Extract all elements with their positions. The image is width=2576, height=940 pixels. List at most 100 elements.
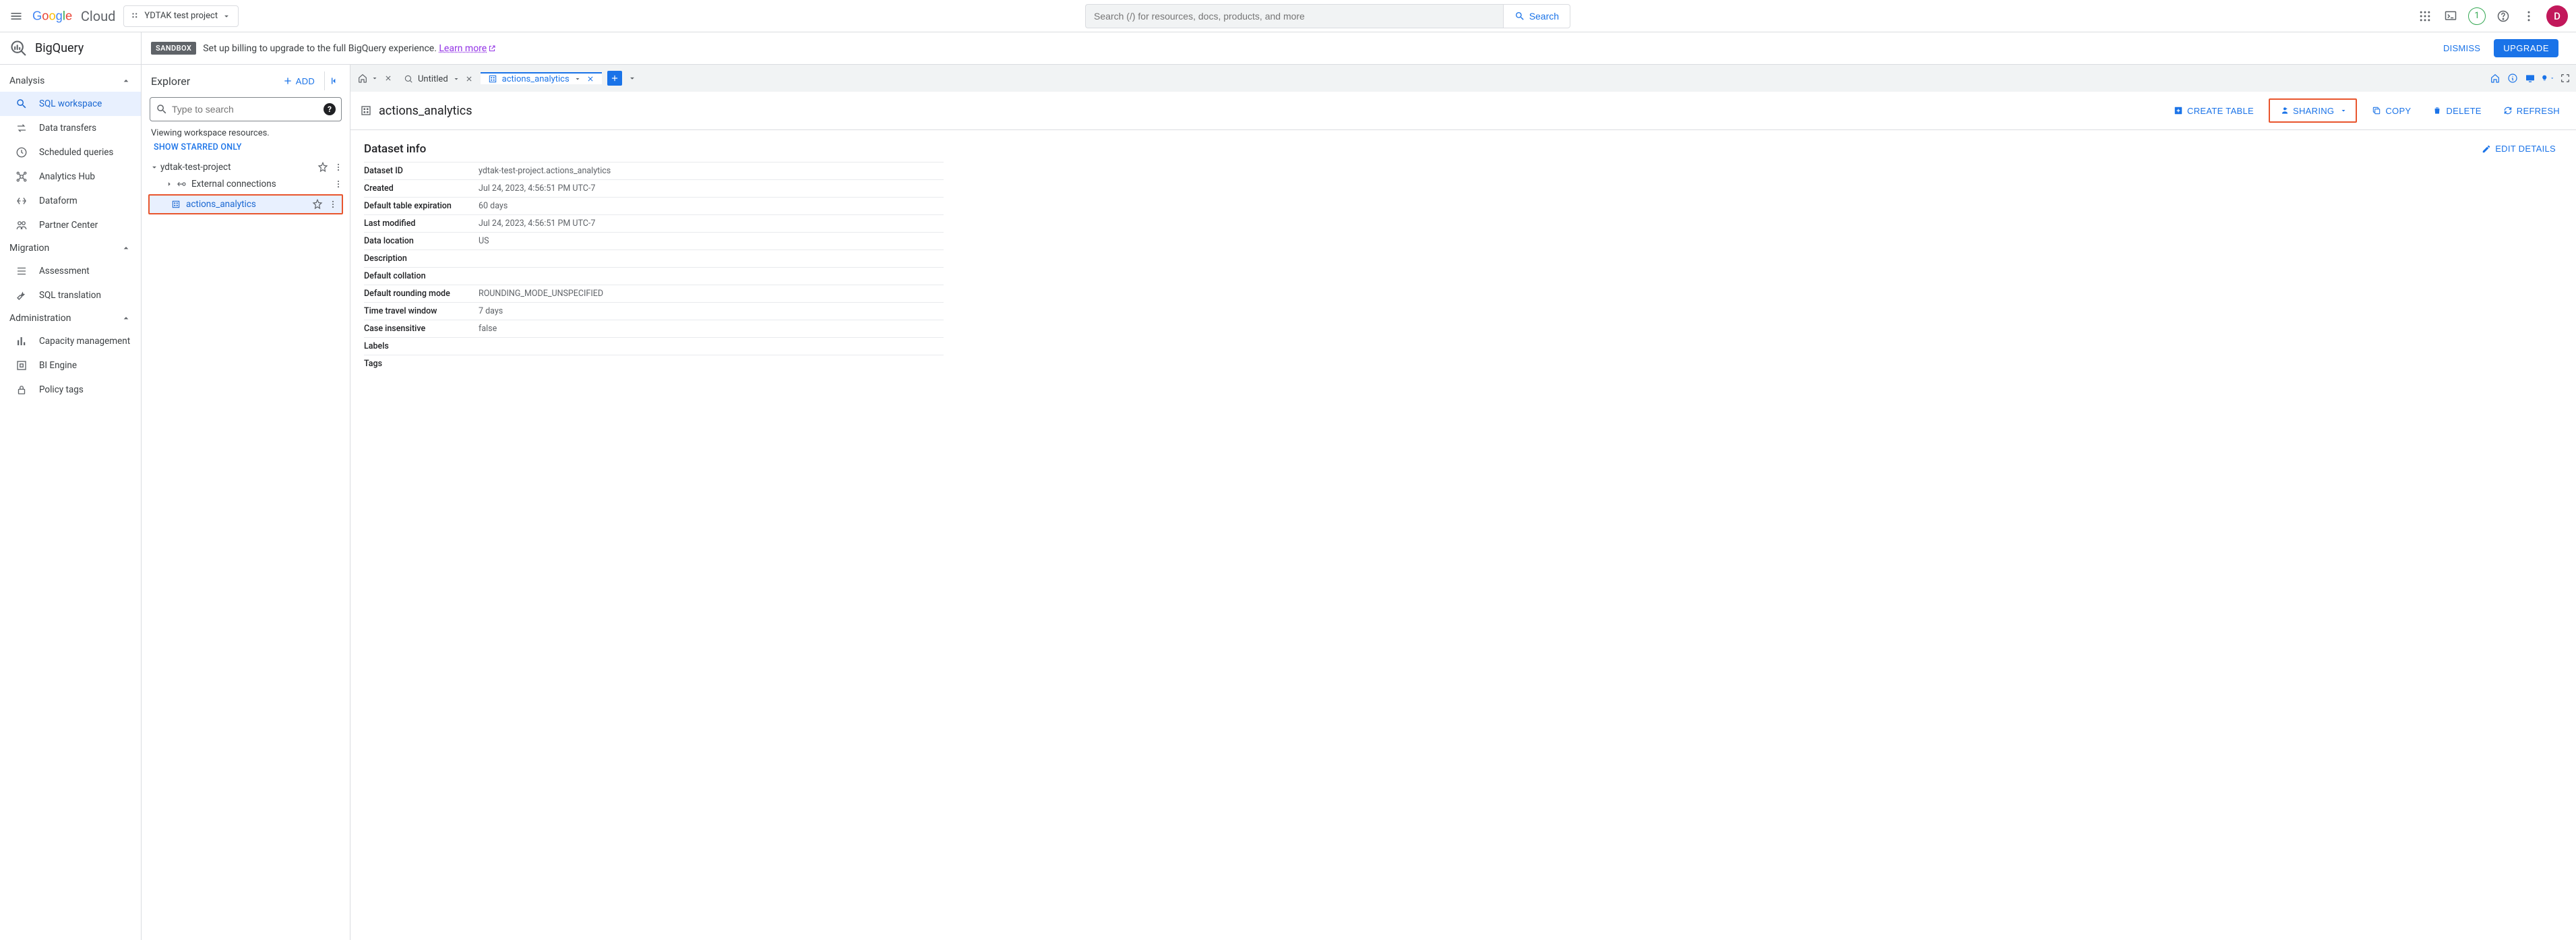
info-key: Tags — [364, 359, 479, 369]
info-key: Default collation — [364, 271, 479, 281]
nav-item-partner-center[interactable]: Partner Center — [0, 213, 141, 237]
tab-untitled[interactable]: Untitled — [396, 72, 481, 84]
main-layout: AnalysisSQL workspaceData transfersSched… — [0, 65, 2576, 940]
upgrade-button[interactable]: UPGRADE — [2494, 39, 2558, 57]
cloud-shell-icon[interactable] — [2443, 8, 2459, 24]
sharing-button[interactable]: SHARING — [2269, 98, 2357, 123]
home-icon[interactable] — [2488, 71, 2502, 85]
nav-item-sql-translation[interactable]: SQL translation — [0, 283, 141, 307]
more-icon[interactable] — [2521, 8, 2537, 24]
searchbar-container: Search — [247, 4, 2409, 28]
info-row: CreatedJul 24, 2023, 4:56:51 PM UTC-7 — [364, 179, 944, 197]
more-icon[interactable] — [328, 200, 338, 209]
info-row: Dataset IDydtak-test-project.actions_ana… — [364, 162, 944, 179]
nav-item-bi-engine[interactable]: BI Engine — [0, 353, 141, 378]
help-icon[interactable] — [2495, 8, 2511, 24]
hamburger-menu-icon[interactable] — [8, 8, 24, 24]
nav-item-dataform[interactable]: Dataform — [0, 189, 141, 213]
chevron-right-icon[interactable] — [163, 179, 175, 189]
google-cloud-logo[interactable]: Google Cloud — [32, 8, 115, 24]
more-icon[interactable] — [334, 163, 343, 172]
nav-rail: AnalysisSQL workspaceData transfersSched… — [0, 65, 142, 940]
info-row: Tags — [364, 355, 944, 372]
info-row: Default rounding modeROUNDING_MODE_UNSPE… — [364, 285, 944, 302]
nav-item-analytics-hub[interactable]: Analytics Hub — [0, 165, 141, 189]
chevron-down-icon[interactable] — [148, 163, 160, 172]
nav-item-capacity-management[interactable]: Capacity management — [0, 329, 141, 353]
fullscreen-icon[interactable] — [2558, 71, 2572, 85]
search-button-label: Search — [1529, 11, 1559, 22]
search-icon — [15, 97, 28, 111]
home-tab[interactable] — [353, 73, 396, 84]
chevron-up-icon — [121, 76, 131, 86]
info-val: ROUNDING_MODE_UNSPECIFIED — [479, 289, 603, 299]
product-title-wrap: BigQuery — [0, 32, 142, 64]
explorer-tree: ydtak-test-project External connections … — [142, 159, 350, 216]
explorer-title: Explorer — [151, 75, 190, 88]
new-tab-button[interactable] — [607, 71, 622, 86]
nav-item-policy-tags[interactable]: Policy tags — [0, 378, 141, 402]
explorer-collapse-icon[interactable] — [324, 71, 343, 90]
delete-button[interactable]: DELETE — [2426, 102, 2488, 120]
tree-dataset-node[interactable]: actions_analytics — [150, 196, 342, 213]
nav-section-header[interactable]: Administration — [0, 307, 141, 329]
close-icon[interactable] — [384, 74, 392, 82]
dataform-icon — [15, 194, 28, 208]
monitor-icon[interactable] — [2523, 71, 2537, 85]
info-key: Default rounding mode — [364, 289, 479, 299]
create-table-button[interactable]: CREATE TABLE — [2167, 102, 2261, 120]
edit-details-button[interactable]: EDIT DETAILS — [2475, 140, 2563, 158]
nav-item-assessment[interactable]: Assessment — [0, 259, 141, 283]
nav-item-data-transfers[interactable]: Data transfers — [0, 116, 141, 140]
close-icon[interactable] — [464, 74, 474, 84]
tree-external-connections[interactable]: External connections — [144, 175, 347, 193]
dismiss-button[interactable]: DISMISS — [2438, 39, 2486, 57]
info-val: ydtak-test-project.actions_analytics — [479, 166, 611, 176]
copy-button[interactable]: COPY — [2365, 102, 2418, 120]
star-icon[interactable] — [312, 199, 323, 210]
chevron-down-icon[interactable] — [627, 74, 637, 83]
bigquery-icon — [9, 39, 28, 58]
dataset-icon — [360, 105, 372, 117]
tab-actions-analytics[interactable]: actions_analytics — [481, 72, 602, 84]
star-icon[interactable] — [317, 162, 328, 173]
apps-icon[interactable] — [2417, 8, 2433, 24]
list-icon — [15, 264, 28, 278]
explorer-search-box[interactable]: ? — [150, 97, 342, 121]
avatar[interactable]: D — [2546, 5, 2568, 27]
header-right-icons: 1 D — [2417, 5, 2568, 27]
wrench-icon — [15, 289, 28, 302]
explorer-viewing-text: Viewing workspace resources. — [142, 121, 350, 140]
dataset-info-panel: Dataset info EDIT DETAILS Dataset IDydta… — [350, 130, 2576, 382]
project-picker[interactable]: YDTAK test project — [123, 5, 239, 27]
svg-text:Google: Google — [32, 9, 72, 22]
nav-item-scheduled-queries[interactable]: Scheduled queries — [0, 140, 141, 165]
lightbulb-icon[interactable] — [2541, 71, 2554, 85]
more-icon[interactable] — [334, 179, 343, 189]
tree-external-label: External connections — [191, 179, 276, 189]
nav-section-header[interactable]: Migration — [0, 237, 141, 259]
notifications-badge[interactable]: 1 — [2468, 7, 2486, 25]
info-row: Last modifiedJul 24, 2023, 4:56:51 PM UT… — [364, 214, 944, 232]
info-row: Time travel window7 days — [364, 302, 944, 320]
show-starred-link[interactable]: SHOW STARRED ONLY — [142, 140, 350, 159]
info-row: Default collation — [364, 267, 944, 285]
learn-more-link[interactable]: Learn more — [439, 43, 496, 54]
hub-icon — [15, 170, 28, 183]
nav-section-header[interactable]: Analysis — [0, 70, 141, 92]
info-icon[interactable] — [2506, 71, 2519, 85]
refresh-button[interactable]: REFRESH — [2496, 102, 2567, 120]
search-input[interactable] — [1085, 4, 1503, 28]
tree-dataset-label: actions_analytics — [186, 199, 256, 210]
search-button[interactable]: Search — [1503, 4, 1570, 28]
close-icon[interactable] — [586, 74, 595, 84]
explorer-search-input[interactable] — [172, 104, 319, 115]
explorer-search-help-icon[interactable]: ? — [324, 103, 336, 115]
tree-project-node[interactable]: ydtak-test-project — [144, 159, 347, 175]
info-row: Labels — [364, 337, 944, 355]
info-key: Description — [364, 254, 479, 264]
explorer-add-button[interactable]: ADD — [277, 73, 320, 89]
nav-item-sql-workspace[interactable]: SQL workspace — [0, 92, 141, 116]
chevron-up-icon — [121, 313, 131, 324]
query-icon — [403, 74, 414, 84]
